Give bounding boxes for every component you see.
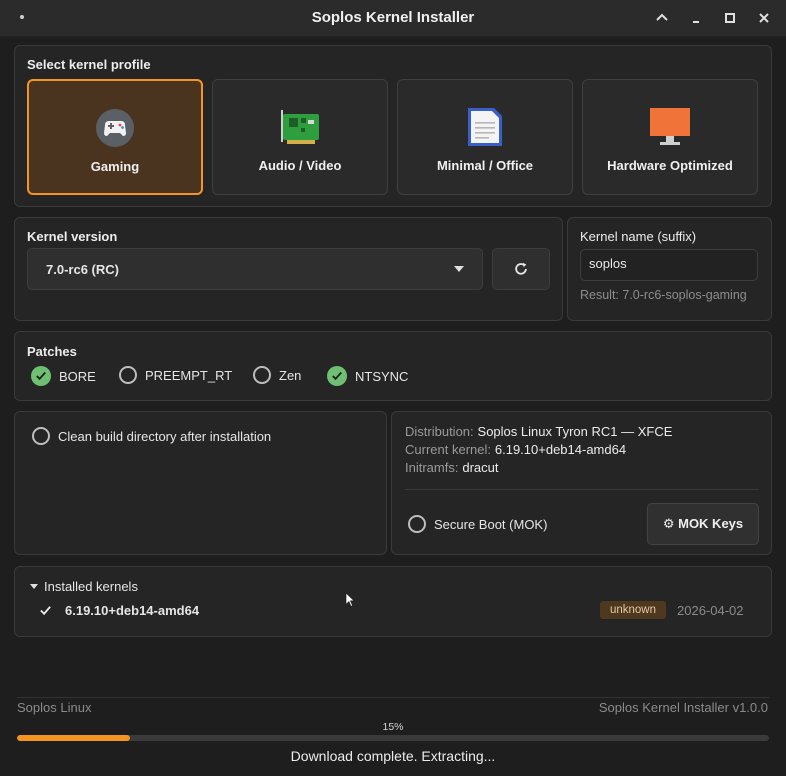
section-title-kernel-name: Kernel name (suffix) [580, 229, 697, 244]
patch-label-ntsync: NTSYNC [355, 368, 409, 384]
progress-bar [17, 735, 769, 741]
system-info-panel: Distribution: Soplos Linux Tyron RC1 — X… [391, 411, 772, 555]
kernel-version-dropdown[interactable]: 7.0-rc6 (RC) [27, 248, 483, 290]
current-kernel-value: 6.19.10+deb14-amd64 [494, 442, 627, 457]
expander-arrow-icon [30, 584, 38, 589]
progress-fill [17, 735, 130, 741]
close-button[interactable] [752, 6, 776, 30]
maximize-button[interactable] [718, 6, 742, 30]
secure-boot-label: Secure Boot (MOK) [434, 516, 548, 532]
sound-card-icon [279, 106, 321, 148]
divider [405, 489, 759, 490]
footer-divider [17, 697, 769, 698]
clean-build-label: Clean build directory after installation [58, 428, 272, 444]
footer-version: Soplos Kernel Installer v1.0.0 [598, 700, 768, 715]
current-kernel-label: Current kernel: [405, 442, 491, 457]
refresh-button[interactable] [492, 248, 550, 290]
patch-label-zen: Zen [279, 367, 302, 383]
kernel-version-selected: 7.0-rc6 (RC) [46, 262, 119, 277]
patch-bore[interactable]: BORE [31, 366, 96, 386]
gamepad-icon [94, 107, 136, 149]
current-kernel-row: Current kernel: 6.19.10+deb14-amd64 [405, 441, 626, 457]
kernel-name-input[interactable]: soplos [580, 249, 758, 281]
installed-kernel-date: 2026-04-02 [677, 603, 744, 618]
kernel-name-panel: Kernel name (suffix) soplos Result: 7.0-… [567, 217, 772, 321]
dropdown-arrow-icon [454, 266, 464, 272]
radio-icon [408, 515, 426, 533]
initramfs-label: Initramfs: [405, 460, 459, 475]
build-options-panel: Clean build directory after installation [14, 411, 387, 555]
profile-card-gaming[interactable]: Gaming [27, 79, 203, 195]
profile-card-hardware-optimized[interactable]: Hardware Optimized [582, 79, 758, 195]
profile-card-audio-video[interactable]: Audio / Video [212, 79, 388, 195]
mouse-cursor-icon [345, 592, 356, 608]
patch-zen[interactable]: Zen [253, 366, 301, 384]
monitor-icon [649, 106, 691, 148]
distribution-value: Soplos Linux Tyron RC1 — XFCE [477, 424, 673, 439]
document-icon [464, 106, 506, 148]
checkmark-icon [40, 606, 51, 616]
secure-boot-option[interactable]: Secure Boot (MOK) [408, 515, 547, 533]
patch-ntsync[interactable]: NTSYNC [327, 366, 408, 386]
installed-kernels-title: Installed kernels [44, 579, 138, 594]
kernel-name-result: Result: 7.0-rc6-soplos-gaming [580, 288, 747, 302]
radio-icon [119, 366, 137, 384]
title-bar: Soplos Kernel Installer [0, 0, 786, 37]
mok-keys-button[interactable]: ⚙ MOK Keys [647, 503, 759, 545]
footer-brand: Soplos Linux [17, 700, 92, 715]
clean-build-option[interactable]: Clean build directory after installation [32, 427, 271, 445]
distribution-label: Distribution: [405, 424, 474, 439]
patches-panel: Patches BORE PREEMPT_RT Zen NTSYNC [14, 331, 772, 401]
profile-label-audio-video: Audio / Video [258, 158, 342, 173]
installed-kernels-expander[interactable]: Installed kernels [30, 579, 138, 594]
chevron-up-icon[interactable] [650, 6, 674, 30]
minimize-button[interactable] [684, 6, 708, 30]
profile-label-hardware-optimized: Hardware Optimized [607, 158, 733, 173]
profile-label-minimal-office: Minimal / Office [436, 158, 534, 173]
radio-icon [32, 427, 50, 445]
initramfs-value: dracut [462, 460, 499, 475]
section-title-kernel-version: Kernel version [27, 229, 118, 244]
status-badge: unknown [600, 601, 666, 619]
kernel-profile-panel: Select kernel profile Gaming Audio / Vid… [14, 45, 772, 207]
patch-preempt-rt[interactable]: PREEMPT_RT [119, 366, 232, 384]
section-title-profile: Select kernel profile [27, 57, 151, 72]
status-text: Download complete. Extracting... [290, 748, 496, 764]
profile-card-minimal-office[interactable]: Minimal / Office [397, 79, 573, 195]
checkmark-icon [327, 366, 347, 386]
distribution-row: Distribution: Soplos Linux Tyron RC1 — X… [405, 423, 672, 439]
installed-kernels-panel: Installed kernels 6.19.10+deb14-amd64 un… [14, 566, 772, 637]
installed-kernel-name: 6.19.10+deb14-amd64 [65, 603, 200, 618]
refresh-icon [515, 262, 527, 275]
patch-label-bore: BORE [59, 368, 96, 384]
initramfs-row: Initramfs: dracut [405, 459, 499, 475]
kernel-version-panel: Kernel version 7.0-rc6 (RC) [14, 217, 563, 321]
patch-label-preempt-rt: PREEMPT_RT [145, 367, 233, 383]
radio-icon [253, 366, 271, 384]
section-title-patches: Patches [27, 344, 77, 359]
checkmark-icon [31, 366, 51, 386]
profile-label-gaming: Gaming [90, 159, 140, 174]
progress-percent: 15% [382, 721, 404, 733]
